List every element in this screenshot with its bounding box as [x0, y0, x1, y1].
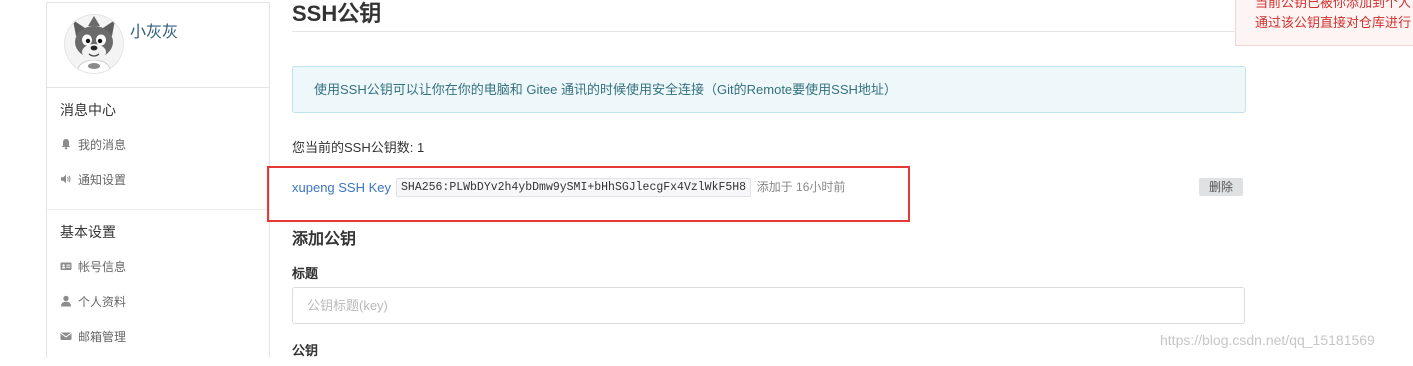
envelope-icon — [60, 330, 72, 342]
sidebar: 小灰灰 消息中心 我的消息 通知设置 基本设置 帐号信息 个人资料 邮箱管理 — [46, 2, 270, 358]
key-title-input[interactable] — [292, 287, 1245, 324]
key-title-label: 标题 — [292, 266, 319, 281]
sidebar-item-profile[interactable]: 个人资料 — [60, 285, 256, 320]
error-alert-text: 当前公钥已被你添加到个人 通过该公钥直接对仓库进行 — [1236, 0, 1413, 33]
id-card-icon — [60, 260, 72, 272]
username-link[interactable]: 小灰灰 — [130, 23, 178, 43]
profile-header: 小灰灰 — [47, 3, 269, 88]
sidebar-section-messages: 消息中心 我的消息 通知设置 — [47, 88, 269, 209]
avatar[interactable] — [64, 14, 124, 74]
ssh-key-row: xupeng SSH Key SHA256:PLWbDYv2h4ybDmw9ySM… — [292, 177, 846, 198]
sidebar-item-list: 帐号信息 个人资料 邮箱管理 — [60, 250, 256, 355]
sidebar-item-account-info[interactable]: 帐号信息 — [60, 250, 256, 285]
sidebar-item-label: 邮箱管理 — [78, 330, 127, 344]
sidebar-section-title: 消息中心 — [60, 102, 116, 118]
delete-key-button[interactable]: 删除 — [1199, 178, 1243, 196]
sidebar-item-list: 我的消息 通知设置 — [60, 128, 256, 198]
error-alert: 当前公钥已被你添加到个人 通过该公钥直接对仓库进行 — [1235, 0, 1413, 46]
error-alert-line: 通过该公钥直接对仓库进行 — [1255, 15, 1412, 30]
sidebar-section-basic-settings: 基本设置 帐号信息 个人资料 邮箱管理 — [47, 209, 269, 366]
public-key-label: 公钥 — [292, 344, 319, 358]
sidebar-item-label: 我的消息 — [78, 138, 127, 152]
volume-icon — [60, 173, 72, 185]
sidebar-item-my-messages[interactable]: 我的消息 — [60, 128, 256, 163]
error-alert-line: 当前公钥已被你添加到个人 — [1255, 0, 1412, 10]
sidebar-item-label: 帐号信息 — [78, 260, 127, 274]
sidebar-item-label: 个人资料 — [78, 295, 127, 309]
sidebar-item-email-management[interactable]: 邮箱管理 — [60, 320, 256, 355]
ssh-key-added-time: 添加于 16小时前 — [756, 180, 846, 195]
sidebar-section-title: 基本设置 — [60, 224, 116, 240]
bell-icon — [60, 138, 72, 150]
sidebar-item-notification-settings[interactable]: 通知设置 — [60, 163, 256, 198]
user-icon — [60, 295, 72, 307]
ssh-key-fingerprint: SHA256:PLWbDYv2h4ybDmw9ySMI+bHhSGJlecgFx… — [396, 178, 752, 198]
page-title: SSH公钥 — [292, 0, 1245, 32]
sidebar-item-label: 通知设置 — [78, 173, 127, 187]
ssh-key-name-link[interactable]: xupeng SSH Key — [292, 180, 391, 195]
info-alert: 使用SSH公钥可以让你在你的电脑和 Gitee 通讯的时候使用安全连接（Git的… — [292, 66, 1246, 113]
ssh-key-count: 您当前的SSH公钥数: 1 — [292, 140, 425, 155]
wolf-avatar-icon — [64, 14, 124, 74]
watermark: https://blog.csdn.net/qq_15181569 — [1160, 332, 1375, 348]
add-key-heading: 添加公钥 — [292, 231, 357, 248]
